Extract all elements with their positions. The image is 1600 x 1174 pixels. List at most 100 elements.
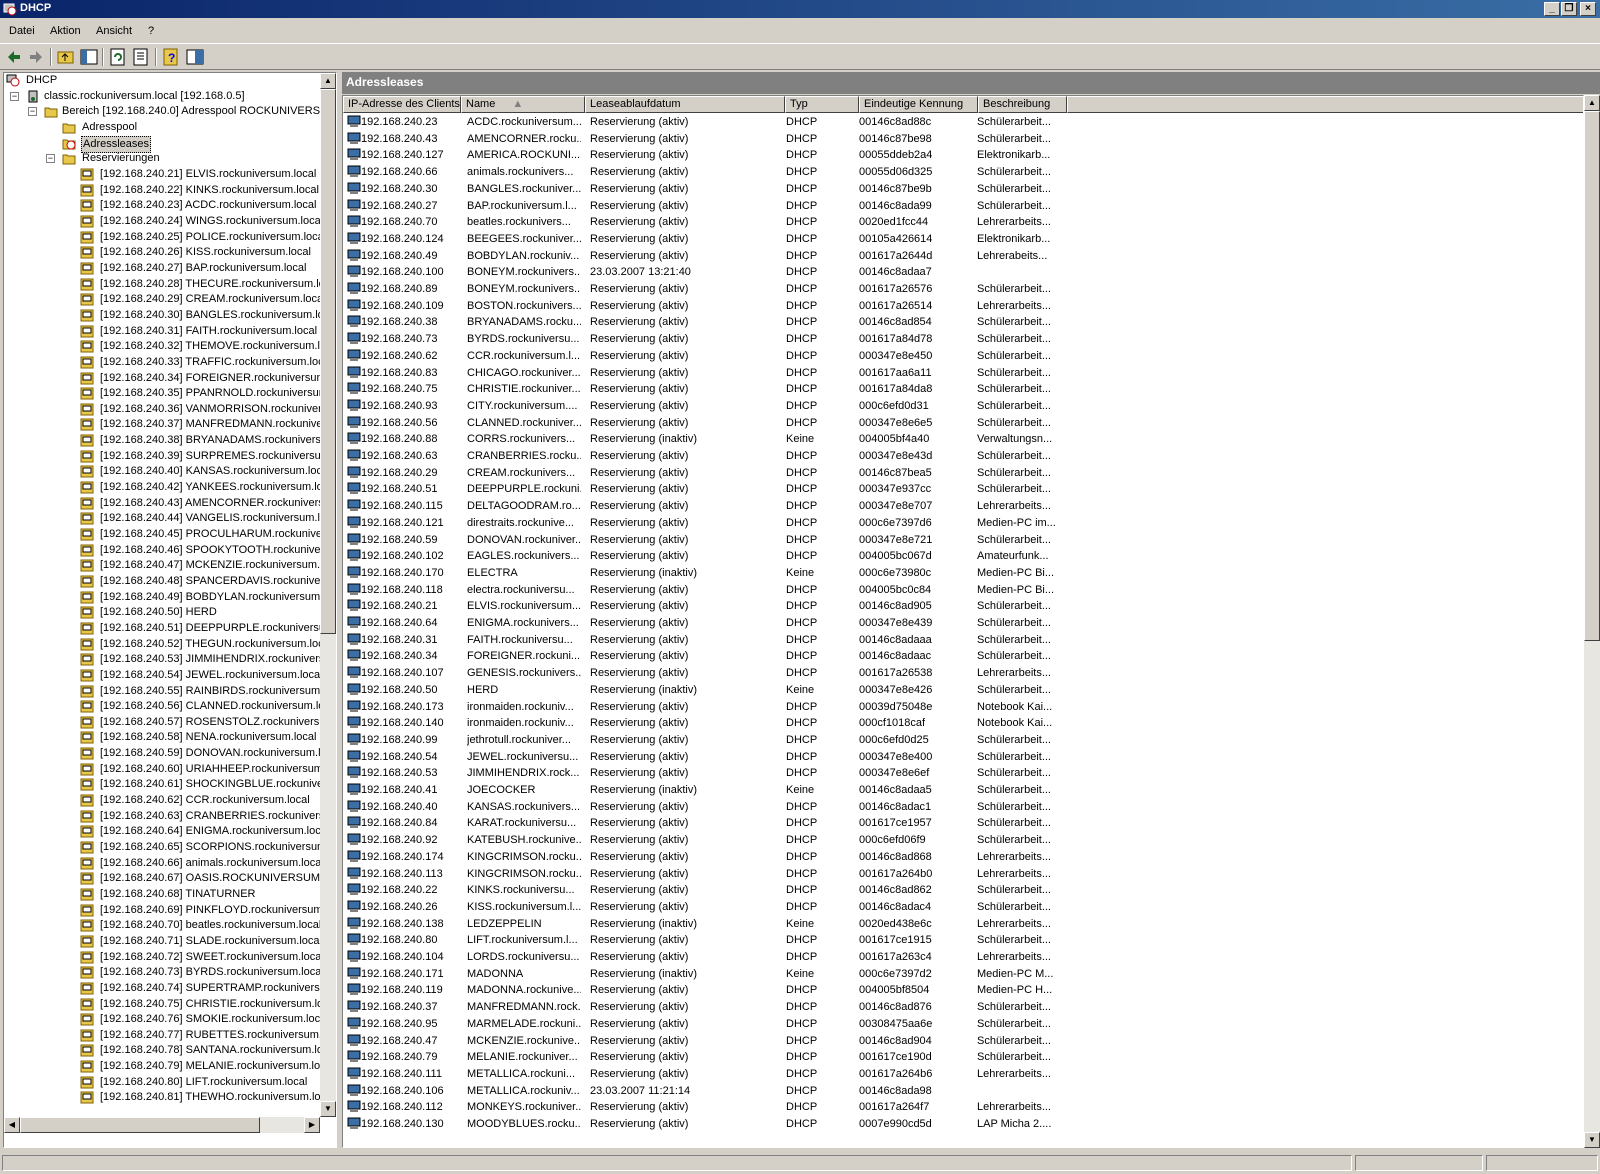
tree-node-reservation[interactable]: [192.168.240.47] MCKENZIE.rockuniversum.… bbox=[80, 558, 320, 574]
tree-node-server[interactable]: − classic.rockuniversum.local [192.168.0… bbox=[8, 89, 324, 105]
tree-node-reservation[interactable]: [192.168.240.36] VANMORRISON.rockunivers… bbox=[80, 402, 320, 418]
tree-node-reservation[interactable]: [192.168.240.43] AMENCORNER.rockuniversu… bbox=[80, 496, 320, 512]
table-row[interactable]: 192.168.240.107 GENESIS.rockunivers... Res… bbox=[343, 665, 1583, 682]
table-row[interactable]: 192.168.240.59 DONOVAN.rockuniver... Reser… bbox=[343, 532, 1583, 549]
tree-node-reservation[interactable]: [192.168.240.49] BOBDYLAN.rockuniversum.… bbox=[80, 590, 320, 606]
help-icon[interactable]: ? bbox=[161, 47, 181, 67]
table-row[interactable]: 192.168.240.171 MADONNA Reservierung (inak… bbox=[343, 966, 1583, 983]
tree-node-reservation[interactable]: [192.168.240.33] TRAFFIC.rockuniversum.l… bbox=[80, 355, 320, 371]
table-row[interactable]: 192.168.240.99 jethrotull.rockuniver... Re… bbox=[343, 732, 1583, 749]
tree-node-reservation[interactable]: [192.168.240.26] KISS.rockuniversum.loca… bbox=[80, 245, 320, 261]
table-row[interactable]: 192.168.240.102 EAGLES.rockunivers... Rese… bbox=[343, 548, 1583, 565]
tree-node-reservation[interactable]: [192.168.240.21] ELVIS.rockuniversum.loc… bbox=[80, 167, 320, 183]
tree-node-address-leases[interactable]: Adressleases bbox=[62, 136, 262, 153]
table-row[interactable]: 192.168.240.49 BOBDYLAN.rockuniv... Reserv… bbox=[343, 248, 1583, 265]
tree-node-reservation[interactable]: [192.168.240.73] BYRDS.rockuniversum.loc… bbox=[80, 965, 320, 981]
column-header-type[interactable]: Typ bbox=[785, 96, 859, 113]
tree-node-reservation[interactable]: [192.168.240.22] KINKS.rockuniversum.loc… bbox=[80, 183, 320, 199]
table-row[interactable]: 192.168.240.31 FAITH.rockuniversu... Reser… bbox=[343, 632, 1583, 649]
tree-node-reservation[interactable]: [192.168.240.69] PINKFLOYD.rockuniversum… bbox=[80, 903, 320, 919]
table-row[interactable]: 192.168.240.88 CORRS.rockunivers... Reserv… bbox=[343, 431, 1583, 448]
tree-node-reservation[interactable]: [192.168.240.61] SHOCKINGBLUE.rockuniver… bbox=[80, 777, 320, 793]
table-row[interactable]: 192.168.240.113 KINGCRIMSON.rocku... Reser… bbox=[343, 866, 1583, 883]
tree-node-reservation[interactable]: [192.168.240.52] THEGUN.rockuniversum.lo… bbox=[80, 637, 320, 653]
table-row[interactable]: 192.168.240.51 DEEPPURPLE.rockuni... Reser… bbox=[343, 481, 1583, 498]
tree-node-reservation[interactable]: [192.168.240.59] DONOVAN.rockuniversum.l… bbox=[80, 746, 320, 762]
column-header-name[interactable]: Name ▲ bbox=[461, 96, 585, 113]
table-row[interactable]: 192.168.240.84 KARAT.rockuniversu... Reser… bbox=[343, 815, 1583, 832]
scroll-thumb[interactable] bbox=[1584, 111, 1600, 641]
scroll-up-arrow-icon[interactable]: ▲ bbox=[1584, 95, 1600, 111]
scroll-right-arrow-icon[interactable]: ▶ bbox=[304, 1117, 320, 1133]
collapse-toggle[interactable]: − bbox=[46, 154, 55, 163]
tree-node-reservation[interactable]: [192.168.240.40] KANSAS.rockuniversum.lo… bbox=[80, 464, 320, 480]
table-row[interactable]: 192.168.240.104 LORDS.rockuniversu... Rese… bbox=[343, 949, 1583, 966]
tree-node-reservation[interactable]: [192.168.240.44] VANGELIS.rockuniversum.… bbox=[80, 511, 320, 527]
tree-node-reservation[interactable]: [192.168.240.76] SMOKIE.rockuniversum.lo… bbox=[80, 1012, 320, 1028]
export-list-icon[interactable] bbox=[131, 47, 151, 67]
table-row[interactable]: 192.168.240.40 KANSAS.rockunivers... Reser… bbox=[343, 799, 1583, 816]
table-row[interactable]: 192.168.240.100 BONEYM.rockunivers... 23.0… bbox=[343, 264, 1583, 281]
tree-node-reservation[interactable]: [192.168.240.80] LIFT.rockuniversum.loca… bbox=[80, 1075, 320, 1091]
table-row[interactable]: 192.168.240.83 CHICAGO.rockuniver... Reser… bbox=[343, 365, 1583, 382]
table-row[interactable]: 192.168.240.118 electra.rockuniversu... Re… bbox=[343, 582, 1583, 599]
menu-aktion[interactable]: Aktion bbox=[50, 25, 81, 37]
tree-node-reservation[interactable]: [192.168.240.65] SCORPIONS.rockuniversum… bbox=[80, 840, 320, 856]
table-row[interactable]: 192.168.240.95 MARMELADE.rockuni... Reserv… bbox=[343, 1016, 1583, 1033]
tree-node-reservation[interactable]: [192.168.240.62] CCR.rockuniversum.local bbox=[80, 793, 320, 809]
tree-node-reservation[interactable]: [192.168.240.25] POLICE.rockuniversum.lo… bbox=[80, 230, 320, 246]
scroll-down-arrow-icon[interactable]: ▼ bbox=[320, 1101, 336, 1117]
table-row[interactable]: 192.168.240.127 AMERICA.ROCKUNI... Reservi… bbox=[343, 147, 1583, 164]
table-row[interactable]: 192.168.240.73 BYRDS.rockuniversu... Reser… bbox=[343, 331, 1583, 348]
tree-node-reservation[interactable]: [192.168.240.77] RUBETTES.rockuniversum.… bbox=[80, 1028, 320, 1044]
table-row[interactable]: 192.168.240.50 HERD Reservierung (inaktiv)… bbox=[343, 682, 1583, 699]
table-row[interactable]: 192.168.240.93 CITY.rockuniversum.... Rese… bbox=[343, 398, 1583, 415]
tree-node-reservation[interactable]: [192.168.240.38] BRYANADAMS.rockuniversu… bbox=[80, 433, 320, 449]
tree-node-reservation[interactable]: [192.168.240.79] MELANIE.rockuniversum.l… bbox=[80, 1059, 320, 1075]
tree-node-reservation[interactable]: [192.168.240.58] NENA.rockuniversum.loca… bbox=[80, 730, 320, 746]
table-row[interactable]: 192.168.240.109 BOSTON.rockunivers... Rese… bbox=[343, 298, 1583, 315]
tree-node-reservation[interactable]: [192.168.240.42] YANKEES.rockuniversum.l… bbox=[80, 480, 320, 496]
scroll-thumb[interactable] bbox=[320, 89, 336, 634]
tree-node-reservation[interactable]: [192.168.240.63] CRANBERRIES.rockunivers… bbox=[80, 809, 320, 825]
table-row[interactable]: 192.168.240.112 MONKEYS.rockuniver... Rese… bbox=[343, 1099, 1583, 1116]
column-header-unique-id[interactable]: Eindeutige Kennung bbox=[859, 96, 978, 113]
table-row[interactable]: 192.168.240.26 KISS.rockuniversum.l... Res… bbox=[343, 899, 1583, 916]
tree-node-reservation[interactable]: [192.168.240.39] SURPREMES.rockuniversum… bbox=[80, 449, 320, 465]
table-row[interactable]: 192.168.240.38 BRYANADAMS.rocku... Reservi… bbox=[343, 314, 1583, 331]
tree-node-reservation[interactable]: [192.168.240.64] ENIGMA.rockuniversum.lo… bbox=[80, 824, 320, 840]
tree-node-reservation[interactable]: [192.168.240.46] SPOOKYTOOTH.rockunivers… bbox=[80, 543, 320, 559]
tree-node-reservation[interactable]: [192.168.240.31] FAITH.rockuniversum.loc… bbox=[80, 324, 320, 340]
table-row[interactable]: 192.168.240.62 CCR.rockuniversum.l... Rese… bbox=[343, 348, 1583, 365]
collapse-toggle[interactable]: − bbox=[28, 107, 37, 116]
table-row[interactable]: 192.168.240.170 ELECTRA Reservierung (inak… bbox=[343, 565, 1583, 582]
table-row[interactable]: 192.168.240.43 AMENCORNER.rocku... Reservi… bbox=[343, 131, 1583, 148]
tree-node-reservation[interactable]: [192.168.240.55] RAINBIRDS.rockuniversum… bbox=[80, 684, 320, 700]
console-tree[interactable]: DHCP − classic.rockuniversum.local [192.… bbox=[3, 72, 337, 1148]
column-header-ip[interactable]: IP-Adresse des Clients bbox=[343, 96, 461, 113]
table-row[interactable]: 192.168.240.27 BAP.rockuniversum.l... Rese… bbox=[343, 198, 1583, 215]
table-row[interactable]: 192.168.240.63 CRANBERRIES.rocku... Reserv… bbox=[343, 448, 1583, 465]
list-vertical-scrollbar[interactable]: ▲ ▼ bbox=[1584, 95, 1600, 1148]
table-row[interactable]: 192.168.240.124 BEEGEES.rockuniver... Rese… bbox=[343, 231, 1583, 248]
column-header-description[interactable]: Beschreibung bbox=[978, 96, 1067, 113]
table-row[interactable]: 192.168.240.121 direstraits.rockunive... R… bbox=[343, 515, 1583, 532]
table-row[interactable]: 192.168.240.21 ELVIS.rockuniversum... Rese… bbox=[343, 598, 1583, 615]
tree-node-reservation[interactable]: [192.168.240.66] animals.rockuniversum.l… bbox=[80, 856, 320, 872]
table-row[interactable]: 192.168.240.64 ENIGMA.rockunivers... Reser… bbox=[343, 615, 1583, 632]
refresh-icon[interactable] bbox=[108, 47, 128, 67]
table-row[interactable]: 192.168.240.75 CHRISTIE.rockuniver... Rese… bbox=[343, 381, 1583, 398]
tree-node-reservation[interactable]: [192.168.240.56] CLANNED.rockuniversum.l… bbox=[80, 699, 320, 715]
table-row[interactable]: 192.168.240.53 JIMMIHENDRIX.rock... Reserv… bbox=[343, 765, 1583, 782]
menu-datei[interactable]: Datei bbox=[9, 25, 35, 37]
tree-vertical-scrollbar[interactable]: ▲ ▼ bbox=[320, 73, 336, 1117]
tree-node-reservations[interactable]: − Reservierungen bbox=[44, 151, 244, 167]
table-row[interactable]: 192.168.240.173 ironmaiden.rockuniv... Res… bbox=[343, 699, 1583, 716]
show-hide-tree-icon[interactable] bbox=[79, 47, 99, 67]
tree-node-reservation[interactable]: [192.168.240.23] ACDC.rockuniversum.loca… bbox=[80, 198, 320, 214]
tree-node-address-pool[interactable]: Adresspool bbox=[62, 120, 262, 136]
column-header-lease-expiry[interactable]: Leaseablaufdatum bbox=[585, 96, 785, 113]
tree-node-reservation[interactable]: [192.168.240.34] FOREIGNER.rockuniversum… bbox=[80, 371, 320, 387]
tree-node-reservation[interactable]: [192.168.240.30] BANGLES.rockuniversum.l… bbox=[80, 308, 320, 324]
tree-horizontal-scrollbar[interactable]: ◀ ▶ bbox=[4, 1117, 320, 1133]
